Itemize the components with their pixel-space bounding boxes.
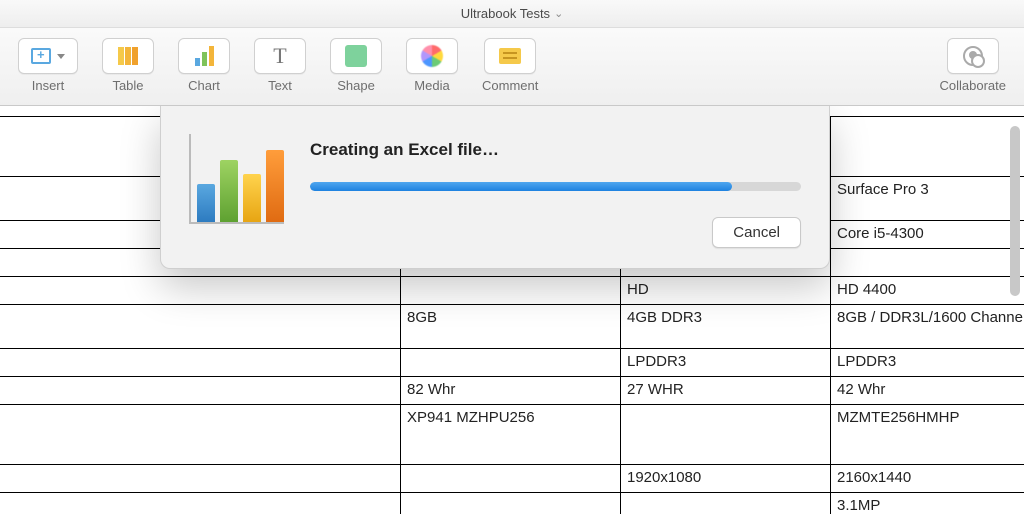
insert-label: Insert (32, 78, 65, 93)
table-cell[interactable]: LPDDR3 (831, 349, 1024, 377)
table-cell[interactable] (831, 117, 1024, 177)
progress-fill (310, 182, 732, 191)
table-row[interactable]: 1920x10802160x1440 (0, 465, 1024, 493)
table-cell[interactable] (0, 493, 401, 514)
shape-button[interactable] (330, 38, 382, 74)
table-cell[interactable] (831, 249, 1024, 277)
media-button[interactable] (406, 38, 458, 74)
table-cell[interactable] (0, 377, 401, 405)
table-cell[interactable]: Core i5-4300 (831, 221, 1024, 249)
collaborate-button[interactable] (947, 38, 999, 74)
chevron-down-icon (57, 54, 65, 59)
chart-button[interactable] (178, 38, 230, 74)
table-cell[interactable]: LPDDR3 (621, 349, 831, 377)
table-cell[interactable]: 8GB (401, 305, 621, 349)
chart-icon (195, 46, 214, 66)
toolbar: Insert Table Chart T Text Shape Media C (0, 28, 1024, 106)
media-icon (421, 45, 443, 67)
table-cell[interactable] (0, 465, 401, 493)
dialog-title: Creating an Excel file… (310, 140, 801, 160)
table-cell[interactable]: XP941 MZHPU256 (401, 405, 621, 465)
insert-icon (31, 48, 51, 64)
vertical-scrollbar[interactable] (1010, 126, 1020, 296)
table-cell[interactable] (621, 405, 831, 465)
insert-button[interactable] (18, 38, 78, 74)
table-cell[interactable]: HD 4400 (831, 277, 1024, 305)
table-cell[interactable]: 8GB / DDR3L/1600 Channel (831, 305, 1024, 349)
table-row[interactable]: LPDDR3LPDDR3 (0, 349, 1024, 377)
table-cell[interactable]: HD (621, 277, 831, 305)
text-icon: T (273, 43, 286, 69)
text-button[interactable]: T (254, 38, 306, 74)
progress-bar (310, 182, 801, 191)
table-cell[interactable] (401, 493, 621, 514)
toolbar-comment[interactable]: Comment (482, 38, 538, 93)
table-cell[interactable] (0, 277, 401, 305)
table-cell[interactable] (401, 277, 621, 305)
table-cell[interactable] (0, 305, 401, 349)
toolbar-collaborate[interactable]: Collaborate (940, 38, 1007, 93)
table-cell[interactable]: Surface Pro 3 (831, 177, 1024, 221)
collaborate-icon (963, 46, 983, 66)
shape-icon (345, 45, 367, 67)
spreadsheet-area[interactable]: Surface Pro 3Core i5-4300Atom X7-Z0700HD… (0, 106, 1024, 514)
toolbar-shape[interactable]: Shape (330, 38, 382, 93)
numbers-app-icon (189, 134, 284, 224)
title-dropdown-icon[interactable]: ⌄ (554, 7, 563, 20)
table-cell[interactable]: 42 Whr (831, 377, 1024, 405)
comment-icon (499, 48, 521, 64)
table-row[interactable]: 82 Whr27 WHR42 Whr (0, 377, 1024, 405)
table-button[interactable] (102, 38, 154, 74)
toolbar-text[interactable]: T Text (254, 38, 306, 93)
table-cell[interactable] (621, 493, 831, 514)
table-row[interactable]: 3.1MP (0, 493, 1024, 514)
table-cell[interactable]: MZMTE256HMHP (831, 405, 1024, 465)
table-icon (118, 47, 138, 65)
table-cell[interactable] (0, 349, 401, 377)
table-cell[interactable]: 1920x1080 (621, 465, 831, 493)
table-cell[interactable]: 3.1MP (831, 493, 1024, 514)
comment-button[interactable] (484, 38, 536, 74)
shape-label: Shape (337, 78, 375, 93)
cancel-button[interactable]: Cancel (712, 217, 801, 248)
chart-label: Chart (188, 78, 220, 93)
window-title: Ultrabook Tests (461, 6, 550, 21)
table-cell[interactable] (0, 405, 401, 465)
table-cell[interactable]: 27 WHR (621, 377, 831, 405)
table-cell[interactable]: 82 Whr (401, 377, 621, 405)
toolbar-media[interactable]: Media (406, 38, 458, 93)
table-cell[interactable]: 4GB DDR3 (621, 305, 831, 349)
comment-label: Comment (482, 78, 538, 93)
table-label: Table (112, 78, 143, 93)
table-row[interactable]: HDHD 4400 (0, 277, 1024, 305)
table-cell[interactable] (401, 349, 621, 377)
text-label: Text (268, 78, 292, 93)
collaborate-label: Collaborate (940, 78, 1007, 93)
toolbar-chart[interactable]: Chart (178, 38, 230, 93)
toolbar-insert[interactable]: Insert (18, 38, 78, 93)
table-row[interactable]: XP941 MZHPU256 MZMTE256HMHP (0, 405, 1024, 465)
export-progress-dialog: Creating an Excel file… Cancel (160, 106, 830, 269)
table-cell[interactable] (401, 465, 621, 493)
media-label: Media (414, 78, 449, 93)
toolbar-table[interactable]: Table (102, 38, 154, 93)
window-titlebar: Ultrabook Tests ⌄ (0, 0, 1024, 28)
table-cell[interactable]: 2160x1440 (831, 465, 1024, 493)
table-row[interactable]: 8GB4GB DDR38GB / DDR3L/1600 Channel (0, 305, 1024, 349)
